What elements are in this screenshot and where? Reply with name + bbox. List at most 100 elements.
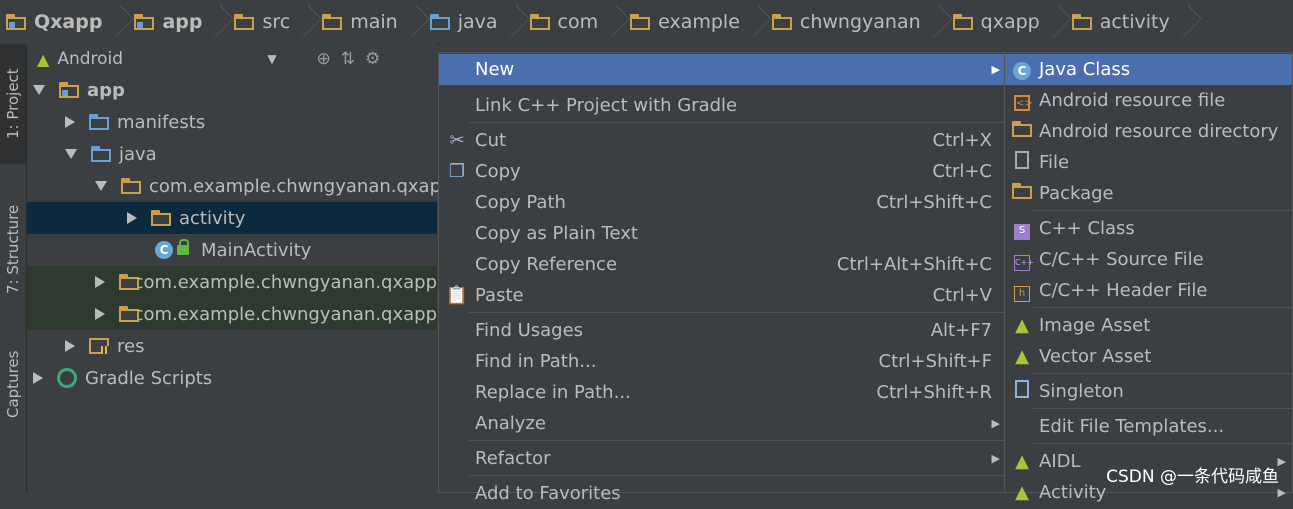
breadcrumb: Qxapp app src main java com example chwn…	[0, 0, 1293, 45]
package-icon	[952, 14, 973, 30]
menu-item-copy-path[interactable]: Copy Path Ctrl+Shift+C	[439, 187, 1004, 218]
tree-label: MainActivity	[201, 239, 312, 261]
tab-captures[interactable]: Captures	[0, 334, 26, 434]
tab-project-label: 1: Project	[4, 68, 22, 140]
collapse-arrow-icon[interactable]	[95, 308, 105, 320]
menu-shortcut: Ctrl+V	[932, 285, 992, 306]
submenu-label: Android resource directory	[1039, 121, 1279, 142]
tree-node-manifests[interactable]: manifests	[27, 106, 475, 138]
tree-node-gradle-scripts[interactable]: Gradle Scripts	[27, 362, 443, 394]
menu-shortcut: Ctrl+Shift+F	[878, 351, 992, 372]
breadcrumb-item-chwngyanan[interactable]: chwngyanan	[766, 0, 947, 44]
module-folder-icon	[59, 82, 79, 98]
crosshair-icon[interactable]: ⊕	[317, 49, 331, 69]
expand-arrow-icon[interactable]	[33, 85, 45, 95]
tree-label: manifests	[117, 111, 206, 133]
breadcrumb-item-example[interactable]: example	[624, 0, 766, 44]
singleton-icon	[1011, 380, 1033, 403]
menu-item-find-in-path[interactable]: Find in Path... Ctrl+Shift+F	[439, 346, 1004, 377]
breadcrumb-item-qxapp[interactable]: qxapp	[947, 0, 1066, 44]
submenu-label: AIDL	[1039, 451, 1081, 472]
submenu-label: Singleton	[1039, 381, 1124, 402]
tree-node-app[interactable]: app	[27, 74, 443, 106]
menu-item-paste[interactable]: 📋 Paste Ctrl+V	[439, 280, 1004, 311]
package-icon	[151, 210, 171, 226]
java-class-icon: C	[155, 241, 173, 259]
submenu-item-vector-asset[interactable]: ▲ Vector Asset	[1005, 341, 1292, 372]
view-mode-select[interactable]: Android	[57, 49, 267, 69]
chevron-down-icon[interactable]: ▼	[267, 52, 276, 66]
tree-node-activity[interactable]: activity	[27, 202, 437, 234]
project-panel-header: ▲ Android ▼ ⊕ ⇅ ⚙	[27, 44, 437, 75]
tree-node-package-android-test[interactable]: com.example.chwngyanan.qxapp	[27, 266, 437, 298]
submenu-item-cpp-class[interactable]: S C++ Class	[1005, 213, 1292, 244]
java-class-icon: C	[1011, 59, 1033, 80]
menu-item-link-cpp[interactable]: Link C++ Project with Gradle	[439, 90, 1004, 121]
breadcrumb-item-app[interactable]: app	[128, 0, 228, 44]
tree-label: activity	[179, 207, 246, 229]
gear-icon[interactable]: ⚙	[365, 49, 380, 69]
submenu-item-file[interactable]: File	[1005, 147, 1292, 178]
submenu-item-image-asset[interactable]: ▲ Image Asset	[1005, 310, 1292, 341]
breadcrumb-item-activity[interactable]: activity	[1066, 0, 1196, 44]
cpp-source-icon: C++	[1011, 249, 1034, 271]
submenu-arrow-icon: ▶	[991, 63, 1000, 76]
submenu-item-android-resource-file[interactable]: <> Android resource file	[1005, 85, 1292, 116]
tree-node-main-activity[interactable]: C MainActivity	[27, 234, 437, 266]
menu-shortcut: Ctrl+X	[932, 130, 992, 151]
submenu-item-cpp-header-file[interactable]: h C/C++ Header File	[1005, 275, 1292, 306]
menu-item-find-usages[interactable]: Find Usages Alt+F7	[439, 315, 1004, 346]
collapse-icon[interactable]: ⇅	[341, 49, 355, 69]
expand-arrow-icon[interactable]	[65, 149, 77, 159]
tree-node-res[interactable]: res	[27, 330, 475, 362]
tree-node-package-main[interactable]: com.example.chwngyanan.qxapp	[27, 170, 505, 202]
menu-item-copy-plain-text[interactable]: Copy as Plain Text	[439, 218, 1004, 249]
menu-item-cut[interactable]: ✂ Cut Ctrl+X	[439, 125, 1004, 156]
menu-item-refactor[interactable]: Refactor ▶	[439, 443, 1004, 474]
collapse-arrow-icon[interactable]	[95, 276, 105, 288]
submenu-item-edit-file-templates[interactable]: Edit File Templates...	[1005, 411, 1292, 442]
menu-item-copy[interactable]: ❐ Copy Ctrl+C	[439, 156, 1004, 187]
menu-item-copy-reference[interactable]: Copy Reference Ctrl+Alt+Shift+C	[439, 249, 1004, 280]
menu-item-replace-in-path[interactable]: Replace in Path... Ctrl+Shift+R	[439, 377, 1004, 408]
submenu-arrow-icon: ▶	[991, 417, 1000, 430]
submenu-item-java-class[interactable]: C Java Class	[1005, 54, 1292, 85]
breadcrumb-label: main	[350, 11, 398, 33]
submenu-item-cpp-source-file[interactable]: C++ C/C++ Source File	[1005, 244, 1292, 275]
menu-item-new[interactable]: New ▶	[439, 54, 1004, 85]
menu-item-analyze[interactable]: Analyze ▶	[439, 408, 1004, 439]
menu-label: Paste	[475, 285, 524, 306]
package-icon	[1071, 14, 1092, 30]
breadcrumb-item-java[interactable]: java	[424, 0, 524, 44]
tab-structure[interactable]: 7: Structure	[0, 184, 26, 314]
breadcrumb-label: src	[262, 11, 291, 33]
collapse-arrow-icon[interactable]	[33, 372, 43, 384]
expand-arrow-icon[interactable]	[95, 181, 107, 191]
watermark: CSDN @一条代码咸鱼	[1106, 467, 1279, 487]
submenu-item-singleton[interactable]: Singleton	[1005, 376, 1292, 407]
tree-node-package-test[interactable]: com.example.chwngyanan.qxapp	[27, 298, 437, 330]
breadcrumb-item-src[interactable]: src	[228, 0, 316, 44]
collapse-arrow-icon[interactable]	[65, 340, 75, 352]
menu-label: Find in Path...	[475, 351, 597, 372]
submenu-item-android-resource-directory[interactable]: Android resource directory	[1005, 116, 1292, 147]
menu-label: Copy as Plain Text	[475, 223, 638, 244]
package-icon	[771, 14, 792, 30]
tab-project[interactable]: 1: Project	[0, 44, 26, 164]
breadcrumb-item-com[interactable]: com	[524, 0, 625, 44]
breadcrumb-label: qxapp	[980, 11, 1040, 33]
breadcrumb-label: example	[658, 11, 740, 33]
breadcrumb-item-qxapp[interactable]: Qxapp	[0, 0, 128, 44]
package-icon	[1011, 183, 1033, 204]
breadcrumb-label: Qxapp	[34, 11, 103, 33]
breadcrumb-label: com	[557, 11, 599, 33]
android-icon: ▲	[1015, 315, 1029, 336]
tree-label: com.example.chwngyanan.qxapp	[133, 303, 437, 325]
submenu-item-package[interactable]: Package	[1005, 178, 1292, 209]
collapse-arrow-icon[interactable]	[65, 116, 75, 128]
menu-label: New	[475, 59, 515, 80]
tree-node-java[interactable]: java	[27, 138, 475, 170]
menu-item-add-to-favorites[interactable]: Add to Favorites	[439, 478, 1004, 509]
breadcrumb-item-main[interactable]: main	[316, 0, 423, 44]
collapse-arrow-icon[interactable]	[127, 212, 137, 224]
